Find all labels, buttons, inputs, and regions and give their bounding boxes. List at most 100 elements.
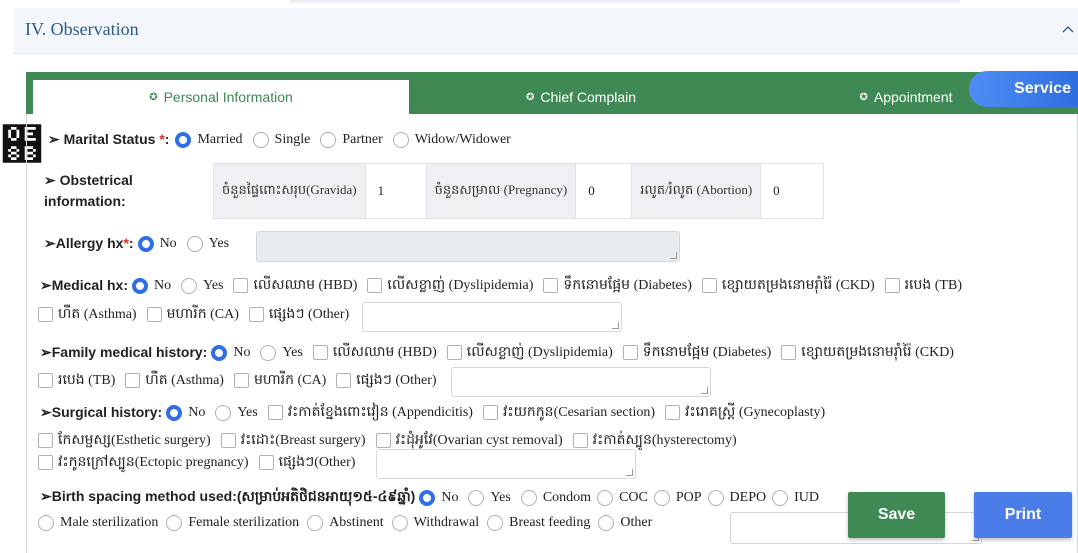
checkbox[interactable]: [781, 345, 797, 360]
family-option-yes[interactable]: Yes: [260, 344, 303, 361]
abortion-input[interactable]: 0: [760, 164, 820, 218]
radio[interactable]: [252, 131, 269, 148]
radio-selected[interactable]: [419, 489, 436, 506]
save-button[interactable]: Save: [848, 492, 945, 538]
chevron-up-icon[interactable]: [1060, 21, 1076, 37]
surgical-check-cesarian[interactable]: វះយកកូន(Cesarian section): [482, 402, 655, 423]
checkbox[interactable]: [38, 433, 53, 448]
checkbox[interactable]: [38, 373, 53, 388]
marital-option-single[interactable]: Single: [252, 131, 310, 148]
medical-check-dyslipidemia[interactable]: លើសខ្លាញ់ (Dyslipidemia): [367, 275, 533, 296]
checkbox[interactable]: [336, 373, 352, 388]
birth-option-yes[interactable]: Yes: [468, 489, 511, 506]
checkbox[interactable]: [267, 405, 283, 420]
checkbox[interactable]: [572, 433, 588, 448]
tab-appointment[interactable]: ✪ Appointment: [836, 80, 976, 114]
radio[interactable]: [487, 515, 504, 531]
checkbox[interactable]: [367, 278, 383, 293]
birth-option-other[interactable]: Other: [598, 515, 652, 531]
surgical-check-esthetic[interactable]: កែសម្ផស្ស(Esthetic surgery): [38, 430, 211, 451]
birth-option-depo[interactable]: DEPO: [707, 489, 766, 506]
checkbox[interactable]: [312, 345, 328, 360]
radio-selected[interactable]: [175, 131, 192, 148]
checkbox[interactable]: [701, 278, 717, 293]
checkbox[interactable]: [665, 405, 681, 420]
family-check-ckd[interactable]: ខ្សោយតម្រងនោមរ៉ាំរ៉ៃ (CKD): [781, 342, 954, 363]
surgical-other-textarea[interactable]: [376, 449, 636, 479]
radio[interactable]: [772, 489, 789, 506]
family-other-textarea[interactable]: [451, 367, 711, 397]
radio-selected[interactable]: [211, 344, 228, 361]
radio[interactable]: [320, 131, 337, 148]
family-check-hbd[interactable]: លើសឈាម (HBD): [312, 342, 437, 363]
surgical-check-other[interactable]: ផ្សេងៗ(Other): [258, 452, 355, 473]
birth-option-no[interactable]: No: [419, 489, 458, 506]
print-button[interactable]: Print: [974, 492, 1072, 538]
radio[interactable]: [520, 489, 537, 506]
family-check-tb[interactable]: របេង (TB): [38, 370, 115, 391]
section-header[interactable]: IV. Observation: [14, 8, 1078, 54]
surgical-check-hysterectomy[interactable]: វះកាត់ស្បូន(hysterectomy): [572, 430, 737, 451]
medical-check-ca[interactable]: មហារីក (CA): [146, 304, 239, 325]
radio[interactable]: [307, 515, 324, 531]
family-check-dyslipidemia[interactable]: លើសខ្លាញ់ (Dyslipidemia): [446, 342, 613, 363]
radio[interactable]: [186, 235, 203, 252]
checkbox[interactable]: [233, 278, 249, 293]
medical-option-yes[interactable]: Yes: [181, 277, 223, 294]
radio-selected[interactable]: [137, 235, 154, 252]
radio-selected[interactable]: [166, 404, 183, 421]
checkbox[interactable]: [233, 373, 249, 388]
checkbox[interactable]: [375, 433, 391, 448]
medical-check-diabetes[interactable]: ទឹកនោមផ្អែម (Diabetes): [543, 275, 692, 296]
allergy-option-no[interactable]: No: [137, 235, 177, 252]
medical-check-tb[interactable]: របេង (TB): [884, 275, 962, 296]
medical-check-hbd[interactable]: លើសឈាម (HBD): [233, 275, 357, 296]
medical-check-asthma[interactable]: ហឺត (Asthma): [38, 304, 137, 325]
checkbox[interactable]: [146, 307, 162, 322]
surgical-option-yes[interactable]: Yes: [215, 404, 258, 421]
radio[interactable]: [598, 515, 615, 531]
checkbox[interactable]: [220, 433, 236, 448]
allergy-option-yes[interactable]: Yes: [186, 235, 229, 252]
birth-option-coc[interactable]: COC: [597, 489, 648, 506]
family-option-no[interactable]: No: [211, 344, 250, 361]
family-check-ca[interactable]: មហារីក (CA): [233, 370, 326, 391]
birth-option-male-sterilization[interactable]: Male sterilization: [38, 515, 158, 531]
medical-other-textarea[interactable]: [362, 302, 622, 332]
checkbox[interactable]: [38, 307, 53, 322]
radio[interactable]: [38, 515, 54, 531]
radio[interactable]: [166, 515, 183, 531]
resize-grip-icon[interactable]: [701, 387, 708, 394]
radio[interactable]: [653, 489, 670, 506]
resize-grip-icon[interactable]: [612, 322, 619, 329]
surgical-check-gynecoplasty[interactable]: វះរោគស្ត្រី (Gynecoplasty): [665, 402, 825, 423]
birth-option-condom[interactable]: Condom: [520, 489, 591, 506]
medical-option-no[interactable]: No: [131, 277, 171, 294]
radio[interactable]: [181, 277, 198, 294]
birth-option-female-sterilization[interactable]: Female sterilization: [166, 515, 299, 531]
surgical-check-ovarian[interactable]: វះដុំអូវែ(Ovarian cyst removal): [375, 430, 563, 451]
tab-chief-complain[interactable]: ✪ Chief Complain: [496, 80, 666, 114]
birth-option-withdrawal[interactable]: Withdrawal: [391, 515, 479, 531]
birth-option-pop[interactable]: POP: [653, 489, 702, 506]
resize-grip-icon[interactable]: [670, 252, 677, 259]
surgical-check-appendicitis[interactable]: វះកាត់ខ្នែងពោះវៀន (Appendicitis): [267, 402, 473, 423]
family-check-other[interactable]: ផ្សេងៗ (Other): [336, 370, 437, 391]
tab-personal-information[interactable]: ✪ Personal Information: [32, 79, 410, 114]
allergy-textarea[interactable]: [256, 231, 680, 262]
resize-grip-icon[interactable]: [626, 469, 633, 476]
checkbox[interactable]: [125, 373, 141, 388]
checkbox[interactable]: [38, 455, 53, 470]
checkbox[interactable]: [543, 278, 559, 293]
radio[interactable]: [707, 489, 724, 506]
checkbox[interactable]: [884, 278, 900, 293]
medical-check-other[interactable]: ផ្សេងៗ (Other): [248, 304, 349, 325]
birth-option-breast-feeding[interactable]: Breast feeding: [487, 515, 590, 531]
birth-option-abstinent[interactable]: Abstinent: [307, 515, 384, 531]
marital-option-married[interactable]: Married: [175, 131, 243, 148]
radio-selected[interactable]: [131, 277, 148, 294]
radio[interactable]: [215, 404, 232, 421]
medical-check-ckd[interactable]: ខ្សោយតម្រងនោមរ៉ាំរ៉ៃ (CKD): [701, 275, 875, 296]
radio[interactable]: [260, 344, 277, 361]
marital-option-widow[interactable]: Widow/Widower: [392, 131, 511, 148]
